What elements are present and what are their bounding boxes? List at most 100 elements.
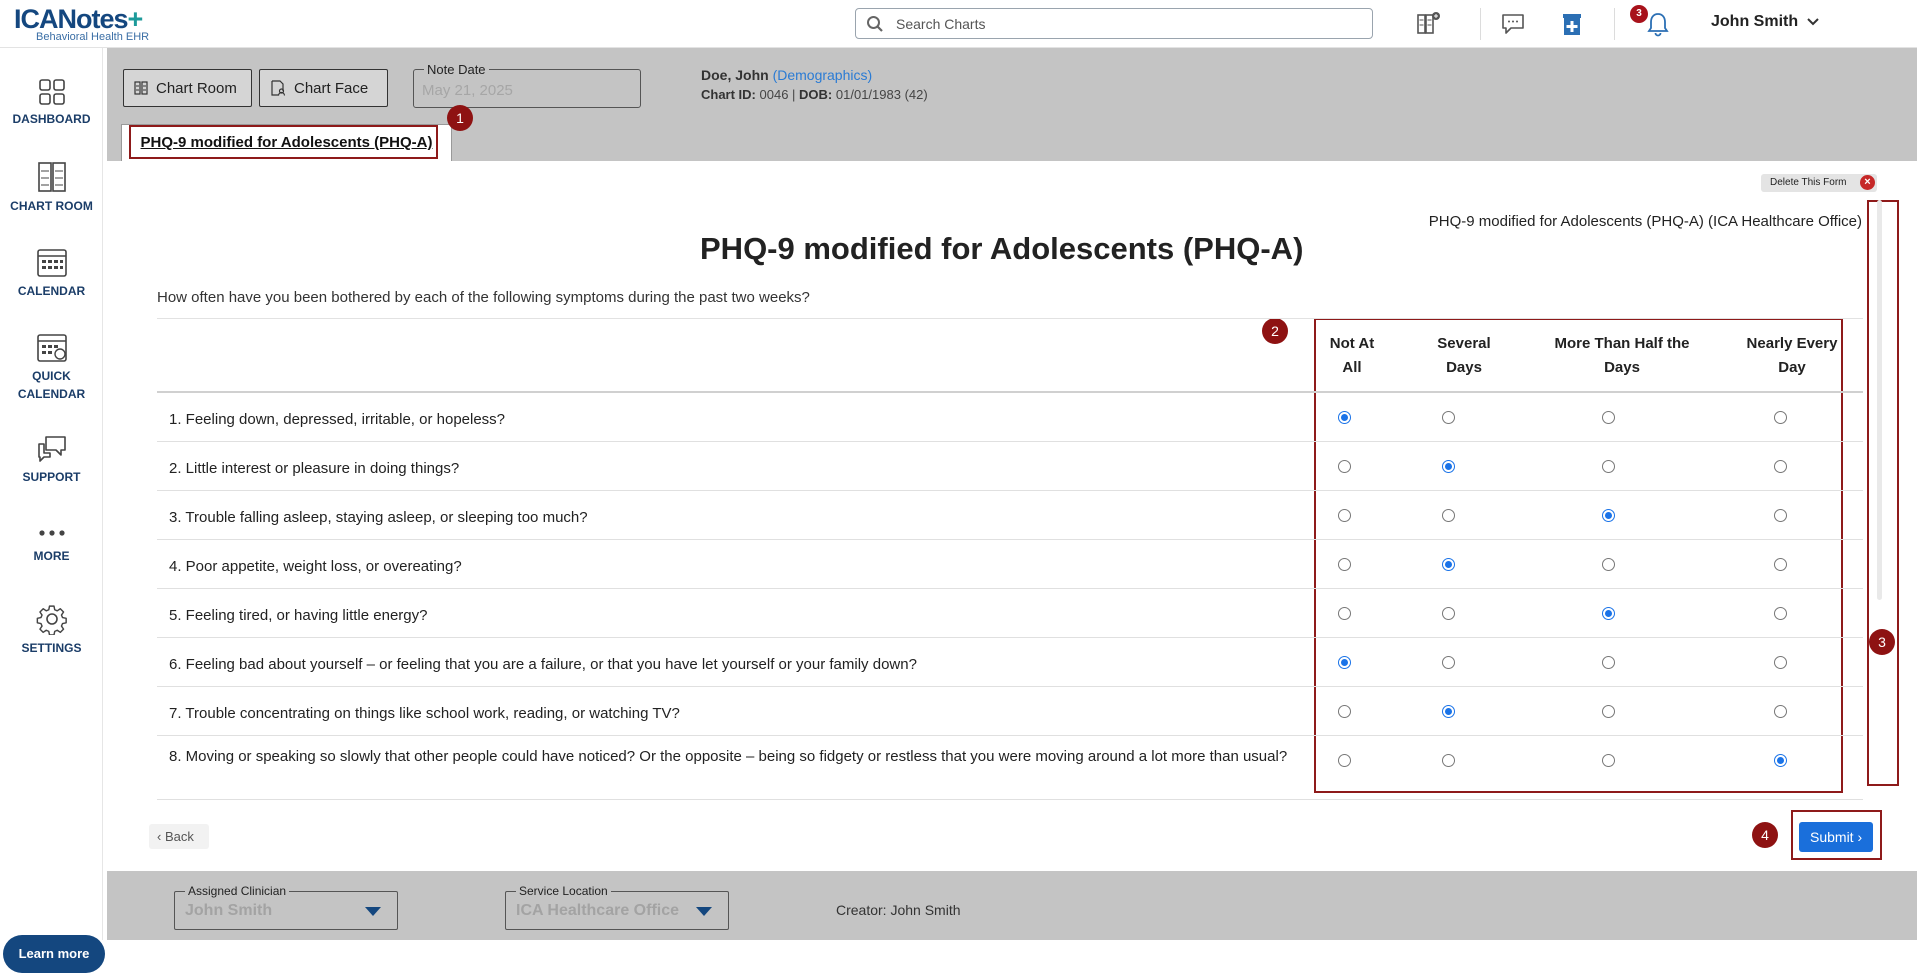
chart-id: 0046 bbox=[759, 87, 789, 102]
charts-add-icon[interactable] bbox=[1413, 8, 1445, 40]
sidebar-item-settings[interactable]: SETTINGS bbox=[0, 603, 103, 657]
answer-radio[interactable] bbox=[1774, 754, 1787, 767]
table-row: 4. Poor appetite, weight loss, or overea… bbox=[157, 540, 1863, 589]
chevron-left-icon: ‹ bbox=[157, 829, 165, 844]
table-row: 8. Moving or speaking so slowly that oth… bbox=[157, 736, 1863, 800]
column-header-several-days: Several Days bbox=[1437, 335, 1491, 376]
answer-radio[interactable] bbox=[1774, 411, 1787, 424]
learn-more-button[interactable]: Learn more bbox=[3, 935, 105, 973]
answer-radio[interactable] bbox=[1602, 705, 1615, 718]
prescription-icon[interactable] bbox=[1556, 8, 1588, 40]
back-button[interactable]: ‹ Back bbox=[149, 824, 209, 849]
delete-form-label: Delete This Form bbox=[1770, 177, 1847, 188]
delete-form-button[interactable]: Delete This Form × bbox=[1761, 174, 1877, 192]
sidebar-item-chart-room[interactable]: CHART ROOM bbox=[0, 161, 103, 215]
service-location-select[interactable]: Service Location ICA Healthcare Office bbox=[505, 884, 729, 930]
dob: 01/01/1983 (42) bbox=[835, 87, 928, 102]
sidebar-item-calendar[interactable]: CALENDAR bbox=[0, 246, 103, 300]
form-org-title: PHQ-9 modified for Adolescents (PHQ-A) (… bbox=[1428, 213, 1862, 230]
answer-radio[interactable] bbox=[1602, 656, 1615, 669]
sidebar-item-label: CALENDAR bbox=[17, 284, 86, 298]
chevron-down-icon bbox=[1806, 18, 1819, 26]
highlight-scrollbar bbox=[1867, 200, 1899, 786]
column-header-nearly-every-day: Nearly Every Day bbox=[1746, 335, 1838, 376]
answer-radio[interactable] bbox=[1602, 754, 1615, 767]
sidebar-item-quick-calendar[interactable]: QUICK CALENDAR bbox=[0, 331, 103, 403]
sidebar-item-support[interactable]: SUPPORT bbox=[0, 434, 103, 486]
question-text: 2. Little interest or pleasure in doing … bbox=[169, 460, 460, 477]
sidebar-item-more[interactable]: MORE bbox=[0, 528, 103, 565]
user-menu[interactable]: John Smith bbox=[1711, 13, 1819, 31]
answer-radio[interactable] bbox=[1338, 558, 1351, 571]
sidebar-item-label: SETTINGS bbox=[21, 641, 82, 655]
sidebar: DASHBOARD CHART ROOM CALENDAR QUICK CALE… bbox=[0, 48, 105, 973]
answer-radio[interactable] bbox=[1774, 460, 1787, 473]
answer-radio[interactable] bbox=[1442, 558, 1455, 571]
answer-radio[interactable] bbox=[1338, 607, 1351, 620]
creator-text: Creator: John Smith bbox=[836, 902, 961, 918]
search-input[interactable] bbox=[896, 13, 1356, 35]
question-text: 7. Trouble concentrating on things like … bbox=[169, 705, 680, 722]
answer-radio[interactable] bbox=[1602, 460, 1615, 473]
patient-ids: Chart ID: 0046 | DOB: 01/01/1983 (42) bbox=[701, 87, 928, 102]
messages-icon[interactable] bbox=[1497, 8, 1529, 40]
answer-radio[interactable] bbox=[1442, 754, 1455, 767]
answer-radio[interactable] bbox=[1602, 558, 1615, 571]
answer-radio[interactable] bbox=[1774, 558, 1787, 571]
assigned-clinician-value: John Smith bbox=[185, 902, 273, 919]
submit-label: Submit bbox=[1810, 829, 1854, 845]
answer-radio[interactable] bbox=[1338, 460, 1351, 473]
highlight-tab bbox=[129, 125, 438, 159]
scrollbar[interactable] bbox=[1877, 200, 1882, 600]
back-label: Back bbox=[164, 829, 194, 844]
quick-calendar-icon bbox=[36, 334, 67, 362]
submit-button[interactable]: Submit › bbox=[1799, 822, 1873, 852]
form-title: PHQ-9 modified for Adolescents (PHQ-A) bbox=[700, 231, 1304, 266]
question-text: 6. Feeling bad about yourself – or feeli… bbox=[169, 656, 917, 673]
answer-radio[interactable] bbox=[1338, 411, 1351, 424]
questionnaire-table: Not At All Several Days More Than Half the… bbox=[157, 318, 1863, 800]
answer-radio[interactable] bbox=[1442, 656, 1455, 669]
answer-radio[interactable] bbox=[1442, 705, 1455, 718]
demographics-link[interactable]: (Demographics) bbox=[773, 67, 873, 83]
sidebar-item-label: CALENDAR bbox=[17, 387, 86, 401]
assigned-clinician-select[interactable]: Assigned Clinician John Smith bbox=[174, 884, 398, 930]
service-location-label: Service Location bbox=[516, 884, 611, 898]
sidebar-item-label: CHART ROOM bbox=[10, 199, 93, 213]
sidebar-item-dashboard[interactable]: DASHBOARD bbox=[0, 78, 103, 128]
answer-radio[interactable] bbox=[1442, 411, 1455, 424]
answer-radio[interactable] bbox=[1602, 509, 1615, 522]
answer-radio[interactable] bbox=[1338, 754, 1351, 767]
chart-room-label: Chart Room bbox=[156, 79, 237, 97]
chart-room-icon bbox=[37, 162, 66, 192]
question-text: 4. Poor appetite, weight loss, or overea… bbox=[169, 558, 462, 575]
answer-radio[interactable] bbox=[1774, 705, 1787, 718]
answer-radio[interactable] bbox=[1338, 656, 1351, 669]
answer-radio[interactable] bbox=[1338, 509, 1351, 522]
table-row: 7. Trouble concentrating on things like … bbox=[157, 687, 1863, 736]
chart-room-icon bbox=[134, 81, 148, 95]
note-date-field[interactable]: Note Date May 21, 2025 bbox=[413, 62, 641, 108]
answer-radio[interactable] bbox=[1774, 607, 1787, 620]
answer-radio[interactable] bbox=[1774, 509, 1787, 522]
answer-radio[interactable] bbox=[1774, 656, 1787, 669]
chart-room-button[interactable]: Chart Room bbox=[123, 69, 252, 107]
note-date-label: Note Date bbox=[424, 62, 489, 77]
note-date-value: May 21, 2025 bbox=[422, 82, 513, 99]
calendar-icon bbox=[36, 249, 67, 277]
answer-radio[interactable] bbox=[1442, 509, 1455, 522]
table-row: 3. Trouble falling asleep, staying aslee… bbox=[157, 491, 1863, 540]
search-box[interactable] bbox=[855, 8, 1373, 39]
answer-radio[interactable] bbox=[1442, 460, 1455, 473]
answer-radio[interactable] bbox=[1602, 411, 1615, 424]
answer-radio[interactable] bbox=[1338, 705, 1351, 718]
chart-face-label: Chart Face bbox=[294, 79, 369, 97]
chart-face-button[interactable]: Chart Face bbox=[259, 69, 388, 107]
question-text: 5. Feeling tired, or having little energ… bbox=[169, 607, 428, 624]
sidebar-item-label: DASHBOARD bbox=[12, 112, 91, 126]
app-logo[interactable]: ICANotes+ Behavioral Health EHR bbox=[14, 4, 174, 46]
caret-down-icon bbox=[365, 907, 381, 916]
answer-radio[interactable] bbox=[1442, 607, 1455, 620]
answer-radio[interactable] bbox=[1602, 607, 1615, 620]
question-text: 1. Feeling down, depressed, irritable, o… bbox=[169, 411, 506, 428]
